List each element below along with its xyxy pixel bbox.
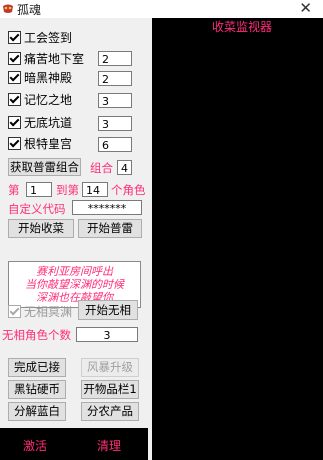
gent-palace-count-input[interactable]: 6 bbox=[98, 137, 132, 152]
storm-upgrade-button: 风暴升级 bbox=[81, 358, 139, 377]
close-icon[interactable]: ✕ bbox=[299, 0, 312, 17]
range-suffix-label: 个角色 bbox=[111, 183, 146, 197]
pain-dungeon-count-input[interactable]: 2 bbox=[98, 51, 132, 66]
check-label: 根特皇宫 bbox=[24, 136, 73, 151]
check-dark-temple[interactable]: 暗黑神殿 bbox=[8, 69, 72, 85]
check-label: 暗黑神殿 bbox=[24, 70, 73, 85]
range-prefix-label: 第 bbox=[8, 183, 20, 197]
app-logo-icon bbox=[3, 4, 13, 13]
check-bottomless-tunnel[interactable]: 无底坑道 bbox=[8, 114, 72, 130]
check-label: 无底坑道 bbox=[24, 115, 73, 130]
check-label: 痛苦地下室 bbox=[24, 51, 85, 66]
checkbox[interactable] bbox=[8, 70, 21, 84]
no-phase-count-input[interactable]: 3 bbox=[76, 327, 138, 342]
check-gent-palace[interactable]: 根特皇宫 bbox=[8, 135, 72, 151]
custom-code-input[interactable]: ******* bbox=[72, 200, 142, 215]
window-title: 孤魂 bbox=[17, 3, 42, 17]
get-prey-group-button[interactable]: 获取普雷组合 bbox=[8, 158, 81, 176]
dark-temple-count-input[interactable]: 2 bbox=[98, 71, 132, 86]
monitor-title: 收菜监视器 bbox=[212, 20, 273, 34]
black-coin-button[interactable]: 黑钻硬币 bbox=[8, 380, 66, 399]
checkbox[interactable] bbox=[8, 30, 21, 44]
collect-monitor-panel bbox=[152, 18, 323, 460]
check-label: 记忆之地 bbox=[24, 92, 73, 107]
checkbox[interactable] bbox=[8, 92, 21, 106]
notice-line: 赛利亚房间呼出 bbox=[36, 265, 113, 278]
group-label: 组合 bbox=[90, 161, 113, 175]
no-phase-count-label: 无相角色个数 bbox=[2, 328, 71, 342]
check-no-phase-abyss[interactable]: 无相冥渊 bbox=[8, 303, 72, 319]
check-memory-land[interactable]: 记忆之地 bbox=[8, 91, 72, 107]
checkbox[interactable] bbox=[8, 51, 21, 65]
memory-land-count-input[interactable]: 3 bbox=[98, 93, 132, 108]
checkbox[interactable] bbox=[8, 136, 21, 150]
checkbox[interactable] bbox=[8, 304, 21, 318]
activate-link[interactable]: 激活 bbox=[23, 437, 47, 454]
complete-accepted-button[interactable]: 完成已接 bbox=[8, 358, 66, 377]
check-guild-signin[interactable]: 工会签到 bbox=[8, 29, 72, 45]
clear-link[interactable]: 清理 bbox=[97, 437, 121, 454]
check-label: 无相冥渊 bbox=[24, 304, 73, 319]
open-item-slot-button[interactable]: 开物品栏1 bbox=[81, 380, 139, 399]
start-prey-button[interactable]: 开始普雷 bbox=[78, 219, 142, 238]
start-no-phase-button[interactable]: 开始无相 bbox=[78, 300, 138, 320]
checkbox[interactable] bbox=[8, 115, 21, 129]
group-count-input[interactable]: 4 bbox=[117, 160, 132, 175]
bottomless-tunnel-count-input[interactable]: 3 bbox=[98, 116, 132, 131]
title-bar: 孤魂 ✕ bbox=[0, 0, 323, 18]
decompose-blue-white-button[interactable]: 分解蓝白 bbox=[8, 402, 66, 421]
range-from-input[interactable]: 1 bbox=[26, 182, 52, 197]
check-label: 工会签到 bbox=[24, 30, 73, 45]
notice-line: 当你敲望深渊的时候 bbox=[25, 278, 124, 291]
range-middle-label: 到第 bbox=[56, 183, 79, 197]
farm-products-button[interactable]: 分农产品 bbox=[81, 402, 139, 421]
custom-code-label: 自定义代码 bbox=[8, 202, 66, 216]
check-pain-dungeon[interactable]: 痛苦地下室 bbox=[8, 50, 84, 66]
range-to-input[interactable]: 14 bbox=[82, 182, 108, 197]
start-collect-button[interactable]: 开始收菜 bbox=[8, 219, 74, 238]
